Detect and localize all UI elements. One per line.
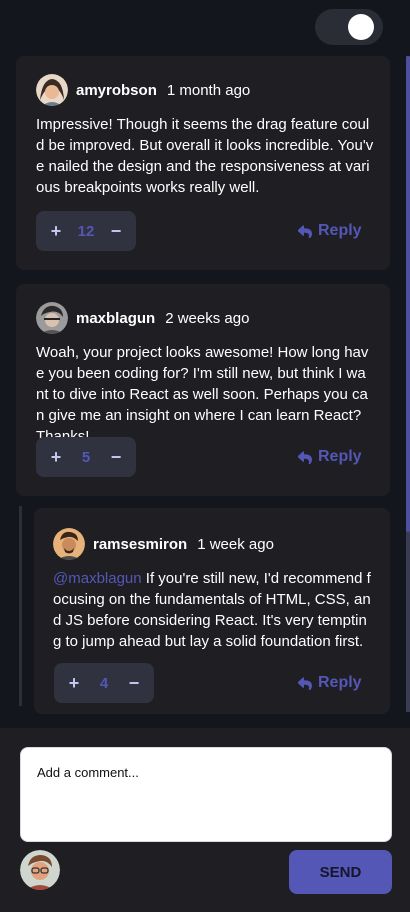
comment-header: maxblagun 2 weeks ago: [36, 302, 370, 334]
reply-label: Reply: [318, 222, 362, 239]
vote-count: 4: [99, 674, 109, 692]
comment-header: amyrobson 1 month ago: [36, 74, 370, 106]
downvote-button[interactable]: −: [109, 447, 123, 468]
vote-count: 12: [77, 222, 95, 240]
reply-text: @maxblagun If you're still new, I'd reco…: [53, 568, 371, 652]
current-user-avatar: [20, 850, 60, 890]
avatar: [36, 302, 68, 334]
send-button[interactable]: SEND: [289, 850, 392, 894]
upvote-button[interactable]: +: [49, 447, 63, 468]
vote-box: + 4 −: [54, 663, 154, 703]
reply-icon: [298, 224, 312, 238]
avatar: [36, 74, 68, 106]
comment-timestamp: 2 weeks ago: [165, 309, 250, 327]
avatar: [53, 528, 85, 560]
downvote-button[interactable]: −: [127, 673, 141, 694]
reply-timestamp: 1 week ago: [197, 535, 274, 553]
vote-box: + 5 −: [36, 437, 136, 477]
reply-button[interactable]: Reply: [298, 674, 362, 692]
vote-box: + 12 −: [36, 211, 136, 251]
reply-icon: [298, 450, 312, 464]
comment-text: Woah, your project looks awesome! How lo…: [36, 344, 369, 445]
downvote-button[interactable]: −: [109, 221, 123, 242]
comment-username[interactable]: maxblagun: [76, 310, 155, 327]
reply-header: ramsesmiron 1 week ago: [53, 528, 371, 560]
upvote-button[interactable]: +: [67, 673, 81, 694]
reply-label: Reply: [318, 448, 362, 465]
upvote-button[interactable]: +: [49, 221, 63, 242]
reply-username[interactable]: ramsesmiron: [93, 536, 187, 553]
reply-thread-line: [19, 506, 22, 706]
vote-count: 5: [81, 448, 91, 466]
reply-mention[interactable]: @maxblagun: [53, 570, 142, 587]
reply-button[interactable]: Reply: [298, 222, 362, 240]
comment-text: Impressive! Though it seems the drag fea…: [36, 116, 374, 196]
reply-icon: [298, 676, 312, 690]
comment-username[interactable]: amyrobson: [76, 82, 157, 99]
reply-button[interactable]: Reply: [298, 448, 362, 466]
comment-timestamp: 1 month ago: [166, 81, 251, 99]
comment-input[interactable]: [20, 747, 392, 842]
scrollbar-thumb[interactable]: [406, 56, 410, 532]
toggle-knob: [348, 14, 374, 40]
theme-toggle[interactable]: [315, 9, 383, 45]
reply-label: Reply: [318, 674, 362, 691]
